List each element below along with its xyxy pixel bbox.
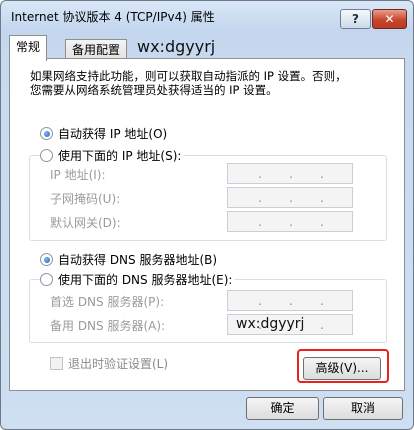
general-tab-panel: 如果网络支持此功能，则可以获取自动指派的 IP 设置。否则， 您需要从网络系统管… <box>9 58 405 391</box>
watermark-overlay: wx:dgyyrj <box>236 316 305 332</box>
manual-ip-label: 使用下面的 IP 地址(S): <box>58 149 182 163</box>
preferred-dns-label: 首选 DNS 服务器(P): <box>50 295 165 309</box>
close-button[interactable]: ✕ <box>372 9 407 29</box>
info-text-line-1: 如果网络支持此功能，则可以获取自动指派的 IP 设置。否则， <box>30 69 347 83</box>
auto-ip-label: 自动获得 IP 地址(O) <box>58 127 168 141</box>
default-gateway-field[interactable]: ... <box>227 211 353 232</box>
validate-on-exit-checkbox[interactable]: 退出时验证设置(L) <box>50 355 168 372</box>
help-button[interactable]: ? <box>340 9 371 29</box>
watermark-text: wx:dgyyrj <box>137 37 216 56</box>
alternate-dns-label: 备用 DNS 服务器(A): <box>50 319 166 333</box>
manual-ip-radio[interactable]: 使用下面的 IP 地址(S): <box>40 147 185 164</box>
manual-dns-label: 使用下面的 DNS 服务器地址(E): <box>58 273 233 287</box>
ip-address-label: IP 地址(I): <box>50 168 106 182</box>
alternate-dns-field[interactable]: ... wx:dgyyrj <box>227 314 353 335</box>
info-text-line-2: 您需要从网络系统管理员处获得适当的 IP 设置。 <box>30 83 278 97</box>
radio-circle[interactable] <box>40 127 53 140</box>
default-gateway-label: 默认网关(D): <box>50 216 121 230</box>
subnet-mask-field[interactable]: ... <box>227 187 353 208</box>
advanced-button[interactable]: 高级(V)... <box>303 357 381 380</box>
ok-button[interactable]: 确定 <box>246 397 319 420</box>
preferred-dns-field[interactable]: ... <box>227 290 353 311</box>
manual-dns-radio[interactable]: 使用下面的 DNS 服务器地址(E): <box>40 271 236 288</box>
title-bar[interactable]: Internet 协议版本 4 (TCP/IPv4) 属性 ? ✕ <box>1 1 413 31</box>
tab-general[interactable]: 常规 <box>9 35 48 61</box>
auto-dns-radio[interactable]: 自动获得 DNS 服务器地址(B) <box>40 251 221 268</box>
info-text: 如果网络支持此功能，则可以获取自动指派的 IP 设置。否则， 您需要从网络系统管… <box>30 69 390 97</box>
ip-address-field[interactable]: ... <box>227 163 353 184</box>
radio-circle[interactable] <box>40 149 53 162</box>
validate-on-exit-label: 退出时验证设置(L) <box>68 357 169 371</box>
window-title: Internet 协议版本 4 (TCP/IPv4) 属性 <box>11 10 215 24</box>
cancel-button[interactable]: 取消 <box>323 397 403 420</box>
auto-ip-radio[interactable]: 自动获得 IP 地址(O) <box>40 125 171 142</box>
radio-circle[interactable] <box>40 253 53 266</box>
tcpip-properties-dialog: Internet 协议版本 4 (TCP/IPv4) 属性 ? ✕ 常规 备用配… <box>0 0 414 430</box>
tab-alternate-configuration[interactable]: 备用配置 <box>65 39 128 60</box>
checkbox-box[interactable] <box>50 357 63 370</box>
subnet-mask-label: 子网掩码(U): <box>50 192 121 206</box>
radio-circle[interactable] <box>40 273 53 286</box>
auto-dns-label: 自动获得 DNS 服务器地址(B) <box>58 253 218 267</box>
